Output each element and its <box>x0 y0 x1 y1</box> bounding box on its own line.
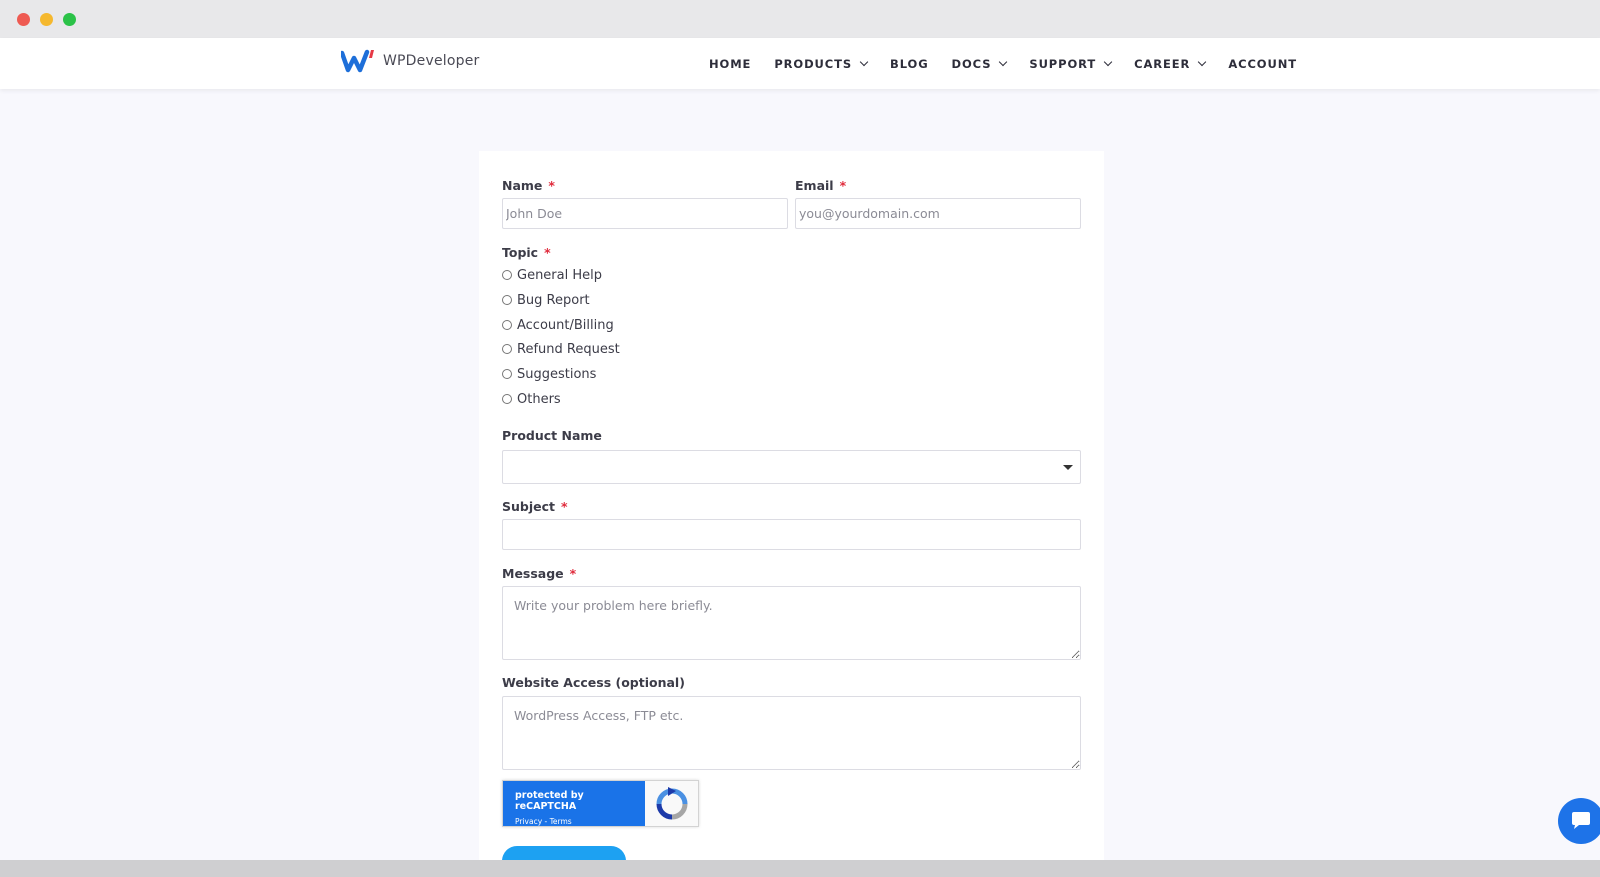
topic-option-label: Refund Request <box>517 342 620 357</box>
website-access-label: Website Access (optional) <box>502 675 685 690</box>
nav-home[interactable]: HOME <box>709 57 751 71</box>
close-window-button[interactable] <box>17 13 30 26</box>
topic-option-suggestions[interactable]: Suggestions <box>502 367 596 382</box>
nav-docs[interactable]: DOCS <box>951 56 1008 71</box>
topic-option-label: General Help <box>517 268 603 283</box>
product-name-select[interactable] <box>502 450 1081 484</box>
message-label: Message * <box>502 566 576 581</box>
topic-option-label: Suggestions <box>517 367 597 382</box>
maximize-window-button[interactable] <box>63 13 76 26</box>
email-input[interactable] <box>795 198 1081 229</box>
radio-button[interactable] <box>502 368 512 379</box>
topic-option-label: Others <box>517 392 561 407</box>
chevron-down-icon <box>1103 57 1113 66</box>
required-marker: * <box>569 566 577 581</box>
submit-button[interactable] <box>502 846 626 860</box>
browser-window: WPDeveloper HOME PRODUCTS BLOG DOCS SUPP… <box>0 0 1600 860</box>
nav-career[interactable]: CAREER <box>1134 56 1207 71</box>
radio-button[interactable] <box>502 393 512 404</box>
chat-widget-button[interactable] <box>1558 798 1600 844</box>
radio-button[interactable] <box>502 269 512 280</box>
product-name-label-text: Product Name <box>502 428 602 443</box>
radio-button[interactable] <box>502 319 512 330</box>
site-logo[interactable]: WPDeveloper <box>341 47 480 75</box>
wpdeveloper-logo-icon <box>341 49 374 73</box>
product-name-label: Product Name <box>502 428 602 443</box>
site-logo-text: WPDeveloper <box>383 53 480 69</box>
radio-button[interactable] <box>502 343 512 354</box>
message-label-text: Message <box>502 566 564 581</box>
site-header: WPDeveloper HOME PRODUCTS BLOG DOCS SUPP… <box>0 38 1600 89</box>
nav-docs-label: DOCS <box>951 56 992 71</box>
subject-input[interactable] <box>502 519 1081 550</box>
topic-label: Topic * <box>502 245 551 260</box>
email-label: Email * <box>795 178 846 193</box>
topic-option-refund-request[interactable]: Refund Request <box>502 342 620 357</box>
topic-option-label: Account/Billing <box>517 318 614 333</box>
window-titlebar <box>0 0 1600 38</box>
email-label-text: Email <box>795 178 834 193</box>
chevron-down-icon <box>859 57 869 66</box>
required-marker: * <box>544 245 551 260</box>
support-form-card: Name * Email * Topic * General Help Bug Rep… <box>479 151 1104 860</box>
recaptcha-logo-icon <box>656 786 687 819</box>
required-marker: * <box>548 178 555 193</box>
message-textarea[interactable] <box>502 586 1081 660</box>
nav-blog-label: BLOG <box>890 56 929 71</box>
nav-blog[interactable]: BLOG <box>890 57 929 71</box>
nav-account-label: ACCOUNT <box>1228 56 1297 71</box>
nav-account[interactable]: ACCOUNT <box>1228 57 1297 71</box>
topic-option-others[interactable]: Others <box>502 392 561 407</box>
topic-option-account-billing[interactable]: Account/Billing <box>502 318 614 333</box>
minimize-window-button[interactable] <box>40 13 53 26</box>
nav-support[interactable]: SUPPORT <box>1029 56 1113 71</box>
chevron-down-icon <box>999 57 1008 66</box>
nav-support-label: SUPPORT <box>1029 56 1097 71</box>
website-access-label-text: Website Access (optional) <box>502 675 685 690</box>
name-input[interactable] <box>502 198 788 229</box>
recaptcha-info: protected by reCAPTCHA Privacy - Terms <box>503 781 645 826</box>
chevron-down-icon <box>1198 57 1207 66</box>
nav-career-label: CAREER <box>1134 56 1191 71</box>
nav-products-label: PRODUCTS <box>774 56 853 71</box>
topic-option-label: Bug Report <box>517 293 590 308</box>
topic-option-general-help[interactable]: General Help <box>502 268 602 283</box>
subject-label: Subject * <box>502 499 568 514</box>
radio-button[interactable] <box>502 294 512 305</box>
nav-home-label: HOME <box>709 56 752 71</box>
website-access-textarea[interactable] <box>502 696 1081 770</box>
main-navigation: HOME PRODUCTS BLOG DOCS SUPPORT CAREER A… <box>709 38 1297 89</box>
required-marker: * <box>839 178 847 193</box>
nav-products[interactable]: PRODUCTS <box>774 56 869 71</box>
topic-option-bug-report[interactable]: Bug Report <box>502 293 590 308</box>
recaptcha-links[interactable]: Privacy - Terms <box>515 817 645 826</box>
subject-label-text: Subject <box>502 499 555 514</box>
recaptcha-logo <box>645 781 698 826</box>
topic-label-text: Topic <box>502 245 539 260</box>
chat-bubble-icon <box>1572 812 1590 829</box>
dropdown-caret-icon <box>1063 465 1073 470</box>
name-label: Name * <box>502 178 555 193</box>
name-label-text: Name <box>502 178 543 193</box>
required-marker: * <box>561 499 568 514</box>
recaptcha-badge[interactable]: protected by reCAPTCHA Privacy - Terms <box>502 780 699 827</box>
recaptcha-text: protected by reCAPTCHA <box>515 790 584 812</box>
window-bottom-bar <box>0 860 1600 877</box>
